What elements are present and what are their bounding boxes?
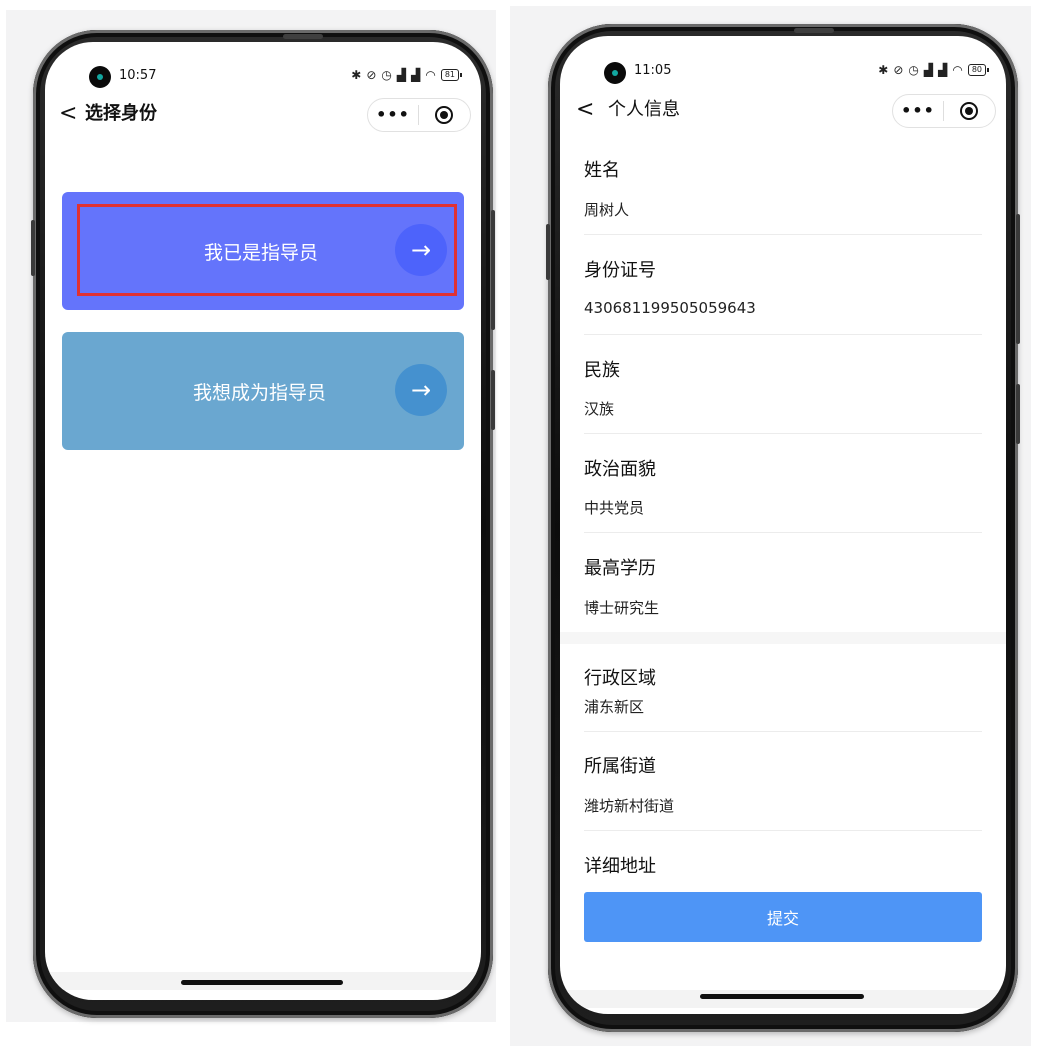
close-miniprogram-icon[interactable] <box>419 106 469 124</box>
front-camera-icon <box>89 66 111 88</box>
bluetooth-icon: ✱ <box>351 68 362 82</box>
street-label: 所属街道 <box>584 756 656 777</box>
wifi-icon: ◠ <box>425 68 436 82</box>
more-icon[interactable]: ••• <box>893 95 943 127</box>
wifi-icon: ◠ <box>952 63 963 77</box>
become-instructor-card[interactable]: 我想成为指导员 → <box>62 332 464 450</box>
name-label: 姓名 <box>584 160 620 181</box>
right-screen: 11:05 ✱ ⊘ ◷ ▟ ▟ ◠ 80 < 个人信息 ••• 姓名 周树人 身… <box>560 36 1006 1014</box>
name-value[interactable]: 周树人 <box>584 199 629 220</box>
divider <box>584 433 982 434</box>
right-phone-volume-button <box>1016 214 1020 344</box>
status-bar: 10:57 ✱ ⊘ ◷ ▟ ▟ ◠ 81 <box>45 42 481 88</box>
bluetooth-icon: ✱ <box>878 63 889 77</box>
alarm-icon: ◷ <box>908 63 919 77</box>
status-icons: ✱ ⊘ ◷ ▟ ▟ ◠ 80 <box>878 63 990 77</box>
id-number-label: 身份证号 <box>584 260 656 281</box>
ethnicity-label: 民族 <box>584 360 620 381</box>
bottom-strip <box>560 990 1006 1008</box>
political-status-value[interactable]: 中共党员 <box>584 497 644 518</box>
page-title: 选择身份 <box>85 103 157 124</box>
status-time: 11:05 <box>634 63 672 78</box>
signal-hd-icon: ▟ <box>411 68 421 82</box>
page-title: 个人信息 <box>608 99 680 120</box>
street-value[interactable]: 潍坊新村街道 <box>584 795 674 816</box>
left-phone-power-button <box>31 220 35 276</box>
divider <box>584 532 982 533</box>
close-miniprogram-icon[interactable] <box>944 102 994 120</box>
back-icon[interactable]: < <box>576 90 594 130</box>
nav-bar: < 个人信息 ••• <box>560 90 1006 130</box>
submit-button[interactable]: 提交 <box>584 892 982 942</box>
mute-icon: ⊘ <box>366 68 377 82</box>
status-icons: ✱ ⊘ ◷ ▟ ▟ ◠ 81 <box>351 68 463 82</box>
divider <box>584 334 982 335</box>
front-camera-icon <box>604 62 626 84</box>
left-phone-volume-button <box>491 210 495 330</box>
right-phone-volume-button-2 <box>1016 384 1020 444</box>
right-phone-power-button <box>546 224 550 280</box>
detailed-address-label: 详细地址 <box>584 856 656 877</box>
signal-hd-icon: ▟ <box>938 63 948 77</box>
left-screen: 10:57 ✱ ⊘ ◷ ▟ ▟ ◠ 81 < 选择身份 ••• 我已是指导员 →… <box>45 42 481 1000</box>
card-label: 我想成为指导员 <box>193 382 327 404</box>
signal-hd-icon: ▟ <box>396 68 407 82</box>
divider <box>584 830 982 831</box>
signal-hd-icon: ▟ <box>923 63 934 77</box>
highlight-box <box>77 204 457 296</box>
education-value[interactable]: 博士研究生 <box>584 597 659 618</box>
home-indicator[interactable] <box>181 980 343 985</box>
arrow-right-icon[interactable]: → <box>395 364 447 416</box>
divider <box>584 234 982 235</box>
more-icon[interactable]: ••• <box>368 99 418 131</box>
divider <box>584 731 982 732</box>
section-gap <box>560 632 1006 644</box>
district-value[interactable]: 浦东新区 <box>584 696 644 717</box>
right-phone-frame: 11:05 ✱ ⊘ ◷ ▟ ▟ ◠ 80 < 个人信息 ••• 姓名 周树人 身… <box>546 24 1020 1032</box>
status-bar: 11:05 ✱ ⊘ ◷ ▟ ▟ ◠ 80 <box>560 36 1006 84</box>
left-phone-top-slot <box>283 34 323 39</box>
back-icon[interactable]: < <box>59 94 77 134</box>
left-phone-volume-button-2 <box>491 370 495 430</box>
right-phone-top-slot <box>794 28 834 33</box>
nav-bar: < 选择身份 ••• <box>45 94 481 134</box>
battery-icon: 80 <box>967 64 990 76</box>
id-number-value[interactable]: 430681199505059643 <box>584 299 756 317</box>
battery-icon: 81 <box>440 69 463 81</box>
status-time: 10:57 <box>119 68 157 83</box>
district-label: 行政区域 <box>584 668 656 689</box>
miniprogram-capsule: ••• <box>892 94 996 128</box>
alarm-icon: ◷ <box>381 68 392 82</box>
miniprogram-capsule: ••• <box>367 98 471 132</box>
political-status-label: 政治面貌 <box>584 459 656 480</box>
mute-icon: ⊘ <box>893 63 904 77</box>
home-indicator[interactable] <box>700 994 864 999</box>
education-label: 最高学历 <box>584 558 656 579</box>
left-phone-frame: 10:57 ✱ ⊘ ◷ ▟ ▟ ◠ 81 < 选择身份 ••• 我已是指导员 →… <box>31 30 495 1018</box>
ethnicity-value[interactable]: 汉族 <box>584 398 614 419</box>
